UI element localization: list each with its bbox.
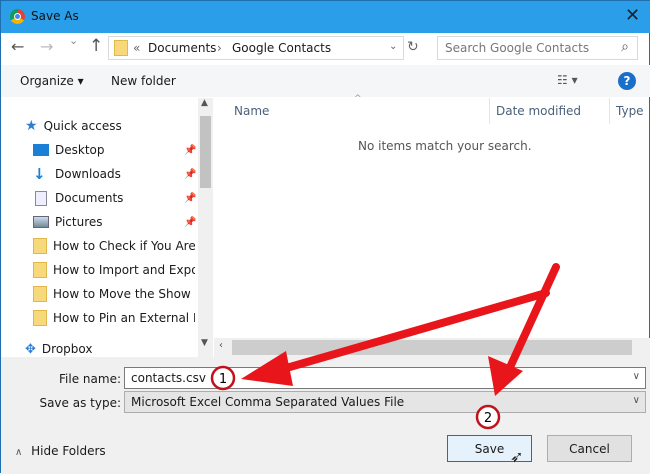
annotation-arrows: 1 2 [210,263,560,430]
callout-1-label: 1 [219,372,227,387]
save-as-dialog: Save As ✕ ← → ⌄ ↑ « Documents › Google C… [0,0,650,474]
arrow-2 [502,263,560,380]
callout-2-label: 2 [484,411,492,426]
arrow-1 [272,289,550,375]
